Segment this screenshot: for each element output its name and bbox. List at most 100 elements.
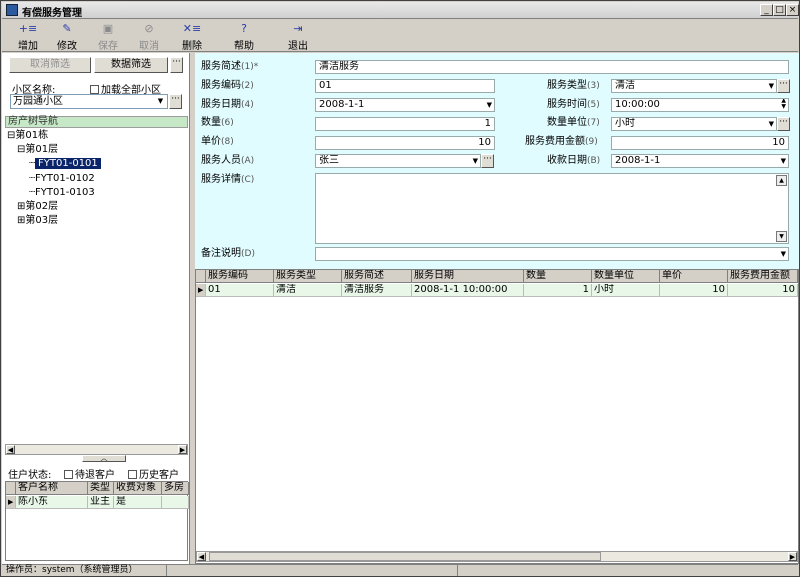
delete-icon: ✕≡ — [182, 22, 202, 35]
table-cell[interactable]: 清洁服务 — [342, 284, 412, 297]
remark-select[interactable]: ▼ — [315, 247, 789, 261]
price-label: 单价(8) — [201, 136, 234, 147]
resident-status-label: 住户状态: — [8, 470, 52, 481]
operator-status: 操作员：system（系统管理员） — [4, 565, 167, 576]
add-icon: +≡ — [18, 22, 38, 35]
property-tree: ⊟第01栋 ⊟第01层 ┈ FYT01-0101 ┈FYT01-0102 ┈FYT… — [5, 129, 188, 491]
column-header[interactable]: 数量 — [524, 270, 592, 283]
delete-button[interactable]: ✕≡ 删除 — [170, 21, 214, 52]
tree-item[interactable]: ⊞第03层 — [17, 215, 58, 227]
table-cell[interactable]: 01 — [206, 284, 274, 297]
table-cell[interactable]: 10 — [660, 284, 728, 297]
spinner-icon: ▲ ▼ — [781, 98, 786, 110]
staff-more-button[interactable]: ··· — [481, 154, 494, 168]
chevron-down-icon: ▼ — [472, 157, 478, 165]
price-input[interactable]: 10 — [315, 136, 495, 150]
tree-item[interactable]: ⊟第01层 — [17, 144, 58, 156]
column-header[interactable]: 服务简述 — [342, 270, 412, 283]
checkbox-icon — [128, 470, 137, 479]
unit-select[interactable]: 小时 ▼ — [611, 117, 777, 131]
column-header[interactable]: 服务日期 — [412, 270, 524, 283]
history-checkbox[interactable]: 历史客户 — [128, 466, 179, 481]
column-header[interactable]: 客户名称 — [16, 482, 88, 495]
code-input[interactable]: 01 — [315, 79, 495, 93]
table-cell[interactable]: 业主 — [88, 496, 114, 509]
type-more-button[interactable]: ··· — [777, 79, 790, 93]
arrow-right-icon[interactable]: ▶ — [788, 552, 797, 561]
service-grid: 服务编码 服务类型 服务简述 服务日期 数量 数量单位 单价 服务费用金额 ▶ … — [195, 269, 799, 564]
unit-label: 数量单位(7) — [547, 117, 600, 128]
edit-button[interactable]: ✎ 修改 — [45, 21, 89, 52]
column-header[interactable]: 类型 — [88, 482, 114, 495]
window-title: 有偿服务管理 — [22, 8, 82, 19]
arrow-right-icon[interactable]: ▶ — [178, 445, 187, 454]
scroll-thumb[interactable] — [209, 552, 601, 561]
column-header[interactable]: 服务编码 — [206, 270, 274, 283]
community-more-button[interactable]: ··· — [169, 94, 182, 109]
arrow-left-icon[interactable]: ◀ — [197, 552, 206, 561]
save-button[interactable]: ▣ 保存 — [86, 21, 130, 52]
help-button[interactable]: ? 帮助 — [222, 21, 266, 52]
column-header[interactable]: 收费对象 — [114, 482, 162, 495]
column-header[interactable]: 服务类型 — [274, 270, 342, 283]
table-cell[interactable]: 2008-1-1 10:00:00 — [412, 284, 524, 297]
maximize-button[interactable]: □ — [773, 4, 786, 16]
table-cell[interactable]: 陈小东 — [16, 496, 88, 509]
row-pointer-icon: ▶ — [6, 496, 16, 509]
tree-item[interactable]: ⊞第02层 — [17, 201, 58, 213]
table-cell[interactable]: 是 — [114, 496, 162, 509]
amount-input[interactable]: 10 — [611, 136, 789, 150]
minimize-button[interactable]: _ — [760, 4, 773, 16]
arrow-left-icon[interactable]: ◀ — [6, 445, 15, 454]
filter-more-button[interactable]: ··· — [170, 57, 183, 73]
unit-more-button[interactable]: ··· — [777, 117, 790, 131]
code-label: 服务编码(2) — [201, 80, 254, 91]
date-label: 服务日期(4) — [201, 99, 254, 110]
column-header[interactable]: 数量单位 — [592, 270, 660, 283]
add-button[interactable]: +≡ 增加 — [6, 21, 50, 52]
community-select[interactable]: 万园通小区 ▼ — [10, 94, 168, 109]
date-picker[interactable]: 2008-1-1 ▼ — [315, 98, 495, 112]
column-header[interactable]: 单价 — [660, 270, 728, 283]
left-panel: 取消筛选 数据筛选 ··· 小区名称: 加载全部小区 万园通小区 ▼ ··· 房… — [2, 53, 190, 564]
grid-scrollbar[interactable]: ◀ ▶ — [196, 551, 798, 562]
collapse-panel-button[interactable]: ︿ — [82, 455, 126, 462]
status-divider — [457, 565, 458, 576]
time-spinner[interactable]: 10:00:00 ▲ ▼ — [611, 98, 789, 112]
exit-button[interactable]: ⇥ 退出 — [276, 21, 320, 52]
tree-item-leaf[interactable]: ┈FYT01-0102 — [29, 173, 95, 185]
status-bar: 操作员：system（系统管理员） — [2, 564, 798, 576]
staff-select[interactable]: 张三 ▼ — [315, 154, 481, 168]
tree-item[interactable]: ⊟第01栋 — [7, 130, 48, 142]
close-button[interactable]: × — [786, 4, 799, 16]
app-window: 有偿服务管理 _ □ × +≡ 增加 ✎ 修改 ▣ 保存 ⊘ 取消 ✕≡ 删除 ? 帮助 ⇥… — [0, 0, 800, 577]
pending-exit-checkbox[interactable]: 待退客户 — [64, 466, 115, 481]
column-header[interactable]: 多房 — [162, 482, 189, 495]
cancel-filter-button[interactable]: 取消筛选 — [9, 57, 91, 73]
tree-item-leaf[interactable]: ┈ FYT01-0101 — [29, 158, 101, 170]
cancel-button[interactable]: ⊘ 取消 — [127, 21, 171, 52]
table-cell[interactable]: 小时 — [592, 284, 660, 297]
tree-item-leaf[interactable]: ┈FYT01-0103 — [29, 187, 95, 199]
table-cell[interactable]: 清洁 — [274, 284, 342, 297]
table-cell[interactable]: 10 — [728, 284, 798, 297]
type-label: 服务类型(3) — [547, 80, 600, 91]
detail-textarea[interactable]: ▲ ▼ — [315, 173, 789, 244]
collect-date-label: 收款日期(B) — [547, 155, 601, 166]
table-cell[interactable]: 1 — [524, 284, 592, 297]
column-header[interactable]: 服务费用金额 — [728, 270, 798, 283]
tree-nav-header: 房产树导航 — [5, 116, 188, 128]
detail-label: 服务详情(C) — [201, 174, 255, 185]
tree-scrollbar[interactable]: ◀ ▶ — [5, 444, 188, 455]
desc-input[interactable]: 清洁服务 — [315, 60, 789, 74]
cancel-icon: ⊘ — [144, 22, 154, 35]
data-filter-button[interactable]: 数据筛选 — [94, 57, 168, 73]
app-icon — [6, 4, 18, 16]
save-icon: ▣ — [102, 22, 114, 35]
qty-input[interactable]: 1 — [315, 117, 495, 131]
edit-icon: ✎ — [62, 22, 72, 35]
collect-date-picker[interactable]: 2008-1-1 ▼ — [611, 154, 789, 168]
type-select[interactable]: 清洁 ▼ — [611, 79, 777, 93]
table-cell[interactable] — [162, 496, 189, 509]
chevron-down-icon: ▼ — [768, 82, 774, 90]
